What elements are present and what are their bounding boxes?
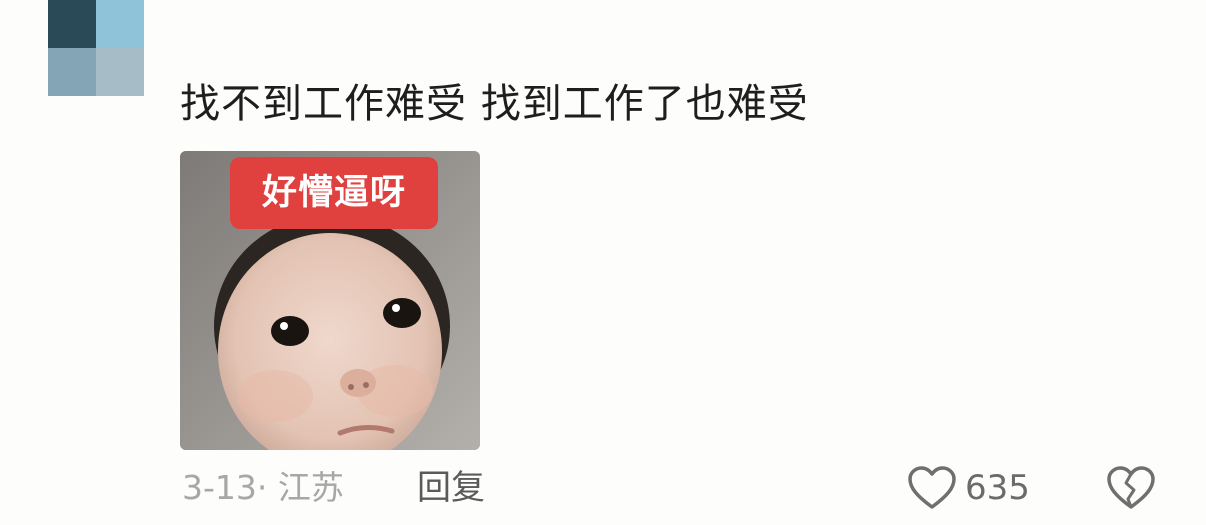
broken-heart-icon (1107, 466, 1155, 509)
comment-sticker-image[interactable]: 好懵逼呀 (180, 151, 480, 450)
reply-button[interactable]: 回复 (417, 466, 485, 510)
avatar[interactable] (48, 0, 144, 96)
like-count: 635 (965, 468, 1030, 508)
avatar-pixel (48, 48, 96, 96)
avatar-pixel (96, 48, 144, 96)
avatar-pixel (48, 0, 96, 48)
sticker-caption: 好懵逼呀 (230, 157, 438, 229)
dislike-button[interactable] (1106, 462, 1156, 514)
like-button[interactable]: 635 (907, 462, 1030, 514)
avatar-pixel (96, 0, 144, 48)
comment-text: 找不到工作难受 找到工作了也难受 (180, 81, 809, 127)
comment-item: 找不到工作难受 找到工作了也难受 好懵逼呀 3-13· 江苏 回复 635 (0, 0, 1206, 525)
heart-outline-icon (908, 466, 956, 509)
comment-date-location: 3-13· 江苏 (182, 468, 344, 507)
